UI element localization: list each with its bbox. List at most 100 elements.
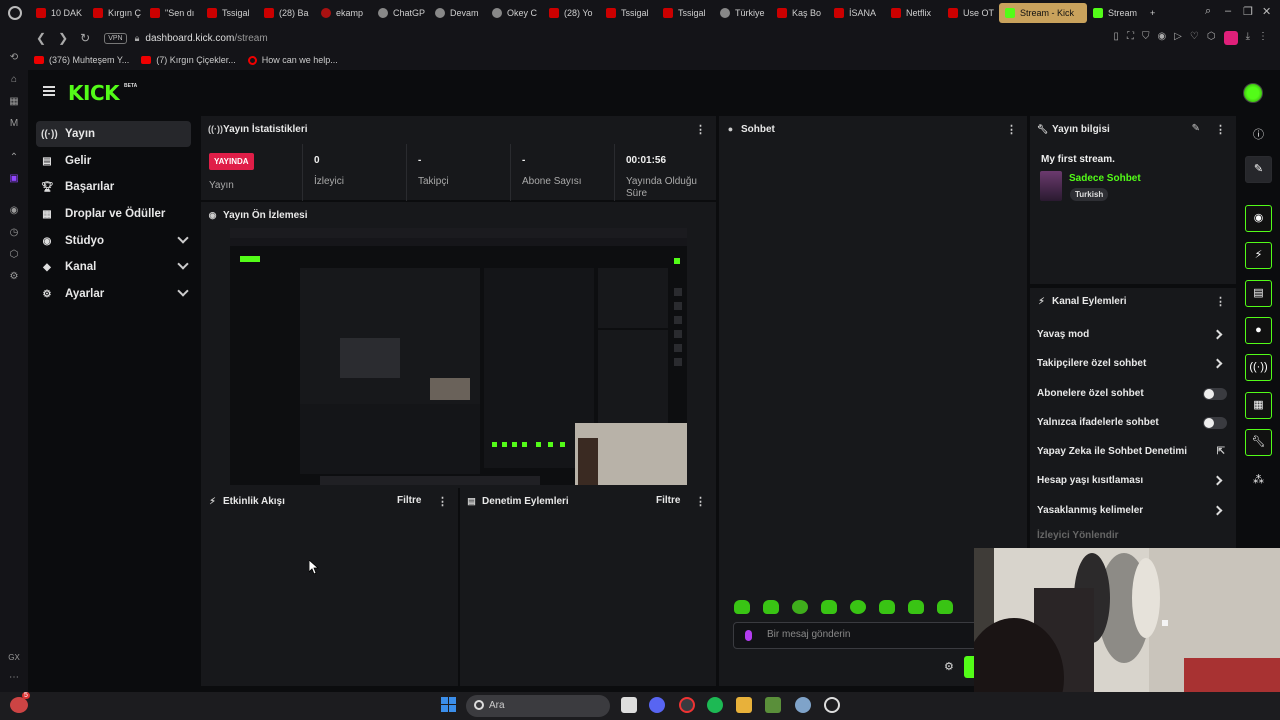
more-options-icon[interactable]: ⋮ [437,495,448,508]
sidebar-item-yayin[interactable]: ((·)) Yayın [36,121,191,147]
browser-tab[interactable]: "Sen dı [144,3,201,23]
browser-tab[interactable]: ChatGP [372,3,429,23]
more-options-icon[interactable]: ⋮ [695,123,706,136]
forward-icon[interactable]: ❯ [58,31,68,45]
kick-logo[interactable]: KICK [68,81,120,105]
subscribers-only-toggle[interactable] [1203,388,1227,400]
minimize-icon[interactable]: – [1225,5,1231,17]
browser-tab[interactable]: Tssigal [657,3,714,23]
minecraft-icon[interactable] [765,697,781,713]
maximize-icon[interactable]: ❐ [1243,5,1253,18]
chat-settings-gear-icon[interactable]: ⚙ [944,660,954,673]
discord-icon[interactable] [649,697,665,713]
tab-stream[interactable]: Stream [1087,3,1144,23]
more-options-icon[interactable]: ⋮ [695,495,706,508]
browser-tab[interactable]: (28) Ba [258,3,315,23]
stream-preview-video[interactable] [230,228,687,485]
browser-tab[interactable]: Netflix [885,3,942,23]
search-tabs-icon[interactable]: ⌕ [1205,5,1211,18]
obs-icon[interactable] [824,697,840,713]
document-widget-icon[interactable]: ▤ [1245,280,1272,307]
history-icon[interactable]: ◷ [8,227,20,239]
settings-gear-icon[interactable]: ⚙ [8,271,20,283]
sidebar-item-droplar[interactable]: ▦ Droplar ve Ödüller [36,201,191,227]
tab-stream-kick-active[interactable]: Stream - Kick [999,3,1087,23]
filter-button[interactable]: Filtre [656,495,680,506]
browser-tab[interactable]: Okey C [486,3,543,23]
browser-tab[interactable]: Türkiye [714,3,771,23]
crypto-wallet-icon[interactable]: ⌂ [8,74,20,86]
bookmark-item[interactable]: (376) Muhteşem Y... [34,55,129,65]
taskbar-search[interactable]: Ara [466,695,610,717]
task-view-icon[interactable] [621,697,637,713]
browser-tab[interactable]: Devam [429,3,486,23]
twitch-icon[interactable]: ▣ [8,173,20,185]
language-tag[interactable]: Turkish [1070,188,1109,201]
more-options-icon[interactable]: ⋮ [1006,123,1017,136]
browser-tab[interactable]: Kaş Bo [771,3,828,23]
emote-only-toggle[interactable] [1203,417,1227,429]
bookmark-item[interactable]: (7) Kırgın Çiçekler... [141,55,236,65]
info-icon[interactable]: ⓘ [1253,126,1264,142]
new-tab-button[interactable]: + [1144,3,1164,23]
microphone-icon[interactable] [745,630,752,641]
lightning-widget-icon[interactable]: ⚡︎ [1245,242,1272,269]
sidebar-item-kanal[interactable]: ◆ Kanal [36,254,191,280]
more-widgets-icon[interactable]: ⁂ [1253,473,1264,486]
chat-widget-icon[interactable]: ● [1245,317,1272,344]
browser-tab[interactable]: Use OT [942,3,999,23]
sidebar-item-gelir[interactable]: ▤ Gelir [36,148,191,174]
broadcast-widget-icon[interactable]: ((·)) [1245,354,1272,381]
settings-app-icon[interactable] [795,697,811,713]
play-icon[interactable]: ▷ [1174,31,1182,45]
emote-icon[interactable] [792,600,808,614]
emote-icon[interactable] [763,600,779,614]
extensions-icon[interactable]: ⬡ [1207,31,1216,45]
browser-tab[interactable]: İSANA [828,3,885,23]
heart-icon[interactable]: ♡ [1190,31,1199,45]
shield-icon[interactable]: ⛉ [1142,31,1150,45]
menu-icon[interactable]: ⋮ [1258,31,1268,45]
bookmark-icon[interactable]: ▯ [1113,31,1119,45]
avatar[interactable] [1243,83,1263,103]
download-icon[interactable]: ⤓ [1246,31,1250,45]
gx-icon[interactable]: GX [8,652,20,664]
preview-widget-icon[interactable]: ◉ [1245,205,1272,232]
emote-icon[interactable] [734,600,750,614]
more-icon[interactable]: ⋯ [8,672,20,684]
emote-icon[interactable] [937,600,953,614]
spotify-icon[interactable] [707,697,723,713]
filter-button[interactable]: Filtre [397,495,421,506]
action-slow-mode[interactable]: Yavaş mod [1037,325,1229,345]
bookmark-item[interactable]: How can we help... [247,55,338,65]
vpn-badge[interactable]: VPN [104,32,127,44]
more-options-icon[interactable]: ⋮ [1215,295,1226,308]
url-field[interactable]: dashboard.kick.com/stream [145,33,267,44]
browser-tab[interactable]: (28) Yo [543,3,600,23]
wrench-widget-icon[interactable]: 🔧︎ [1245,429,1272,456]
category-thumbnail[interactable] [1040,171,1062,201]
action-host-viewers[interactable]: İzleyici Yönlendir [1037,526,1229,546]
aria-icon[interactable]: ⟲ [8,52,20,64]
back-icon[interactable]: ❮ [36,31,46,45]
player-icon[interactable]: ◉ [8,205,20,217]
browser-tab[interactable]: Kırgın Ç [87,3,144,23]
emote-icon[interactable] [821,600,837,614]
image-icon[interactable]: ▦ [8,96,20,108]
arrow-up-icon[interactable]: ⌃ [8,152,20,164]
emote-icon[interactable] [850,600,866,614]
mail-icon[interactable]: M [8,118,20,130]
action-followers-only[interactable]: Takipçilere özel sohbet [1037,354,1229,374]
weather-widget-icon[interactable] [10,697,28,713]
more-options-icon[interactable]: ⋮ [1215,123,1226,136]
opera-logo-icon[interactable] [8,6,22,20]
extensions-icon[interactable]: ⬡ [8,249,20,261]
sidebar-item-studyo[interactable]: ◉ Stüdyo [36,228,191,254]
action-banned-words[interactable]: Yasaklanmış kelimeler [1037,501,1229,521]
reload-icon[interactable]: ↻ [80,31,90,45]
emote-icon[interactable] [908,600,924,614]
hamburger-menu-icon[interactable] [43,86,55,96]
file-explorer-icon[interactable] [736,697,752,713]
edit-pencil-icon[interactable]: ✎ [1245,156,1272,183]
browser-tab[interactable]: Tssigal [600,3,657,23]
